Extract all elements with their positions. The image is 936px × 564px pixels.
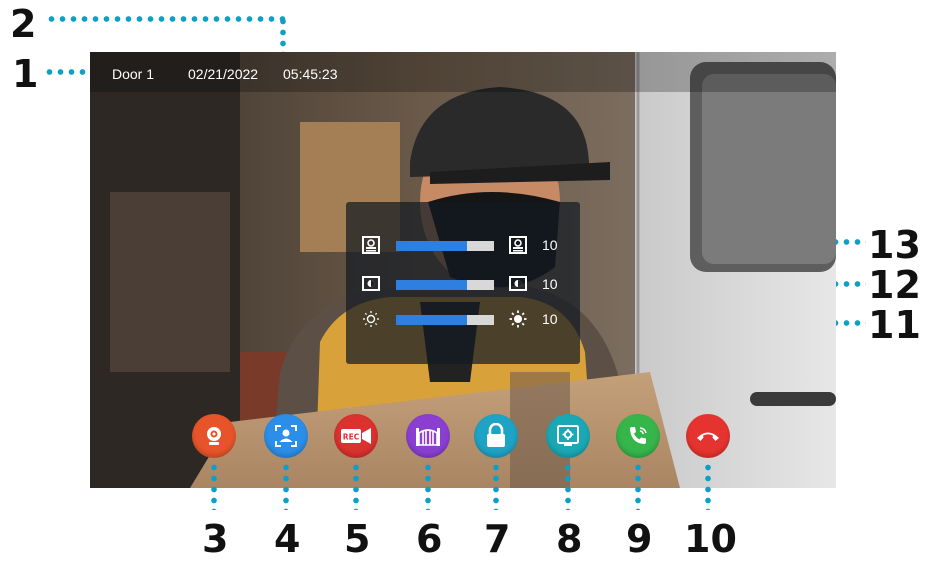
callout-6: 6 [416, 517, 443, 561]
color-icon[interactable] [362, 275, 380, 293]
camera-button[interactable] [192, 414, 236, 458]
settings-button[interactable] [546, 414, 590, 458]
status-bar: Door 1 02/21/2022 05:45:23 [90, 52, 836, 92]
contrast-icon[interactable] [362, 236, 380, 254]
contrast-slider[interactable] [396, 241, 494, 251]
phone-icon [630, 427, 647, 444]
callout-12: 12 [868, 263, 921, 307]
callout-8: 8 [556, 517, 583, 561]
brightness-value: 10 [542, 311, 558, 327]
monitor-switch-button[interactable] [264, 414, 308, 458]
callout-4-leader [283, 462, 289, 510]
screen-settings-icon [557, 425, 579, 446]
callout-2-leader [46, 16, 288, 22]
person-frame-icon [275, 425, 297, 447]
callout-5: 5 [344, 517, 371, 561]
rec-video-icon: REC [341, 428, 371, 444]
brightness-slider-fill [396, 315, 467, 325]
callout-10: 10 [684, 517, 737, 561]
door-name: Door 1 [112, 66, 155, 82]
callout-3: 3 [202, 517, 229, 561]
brightness-row: 10 [346, 310, 580, 330]
rec-label: REC [343, 433, 360, 442]
color-slider-fill [396, 280, 467, 290]
brightness-icon[interactable] [362, 310, 380, 328]
callout-3-leader [211, 462, 217, 510]
contrast-value: 10 [542, 237, 558, 253]
callout-6-leader [425, 462, 431, 510]
date-text: 02/21/2022 [188, 66, 259, 82]
webcam-icon [207, 427, 221, 445]
hangup-icon [697, 432, 719, 441]
callout-1: 1 [12, 52, 39, 96]
unlock-button[interactable] [474, 414, 518, 458]
answer-button[interactable] [616, 414, 660, 458]
record-button[interactable]: REC [334, 414, 378, 458]
color-value: 10 [542, 276, 558, 292]
callout-9: 9 [626, 517, 653, 561]
color-slider[interactable] [396, 280, 494, 290]
color-icon[interactable] [509, 275, 527, 293]
gate-icon [416, 428, 440, 446]
callout-8-leader [565, 462, 571, 510]
contrast-slider-fill [396, 241, 467, 251]
image-adjustment-panel: 10 10 10 [346, 202, 580, 364]
brightness-icon[interactable] [509, 310, 527, 328]
callout-7-leader [493, 462, 499, 510]
color-row: 10 [346, 275, 580, 295]
time-text: 05:45:23 [283, 66, 338, 82]
callout-5-leader [353, 462, 359, 510]
hang-up-button[interactable] [686, 414, 730, 458]
lock-icon [487, 423, 505, 447]
contrast-icon[interactable] [509, 236, 527, 254]
callout-13: 13 [868, 223, 921, 267]
callout-11: 11 [868, 303, 921, 347]
callout-7: 7 [484, 517, 511, 561]
contrast-row: 10 [346, 236, 580, 256]
gate-button[interactable] [406, 414, 450, 458]
callout-2: 2 [10, 2, 37, 46]
callout-10-leader [705, 462, 711, 510]
callout-4: 4 [274, 517, 301, 561]
brightness-slider[interactable] [396, 315, 494, 325]
callout-9-leader [635, 462, 641, 510]
